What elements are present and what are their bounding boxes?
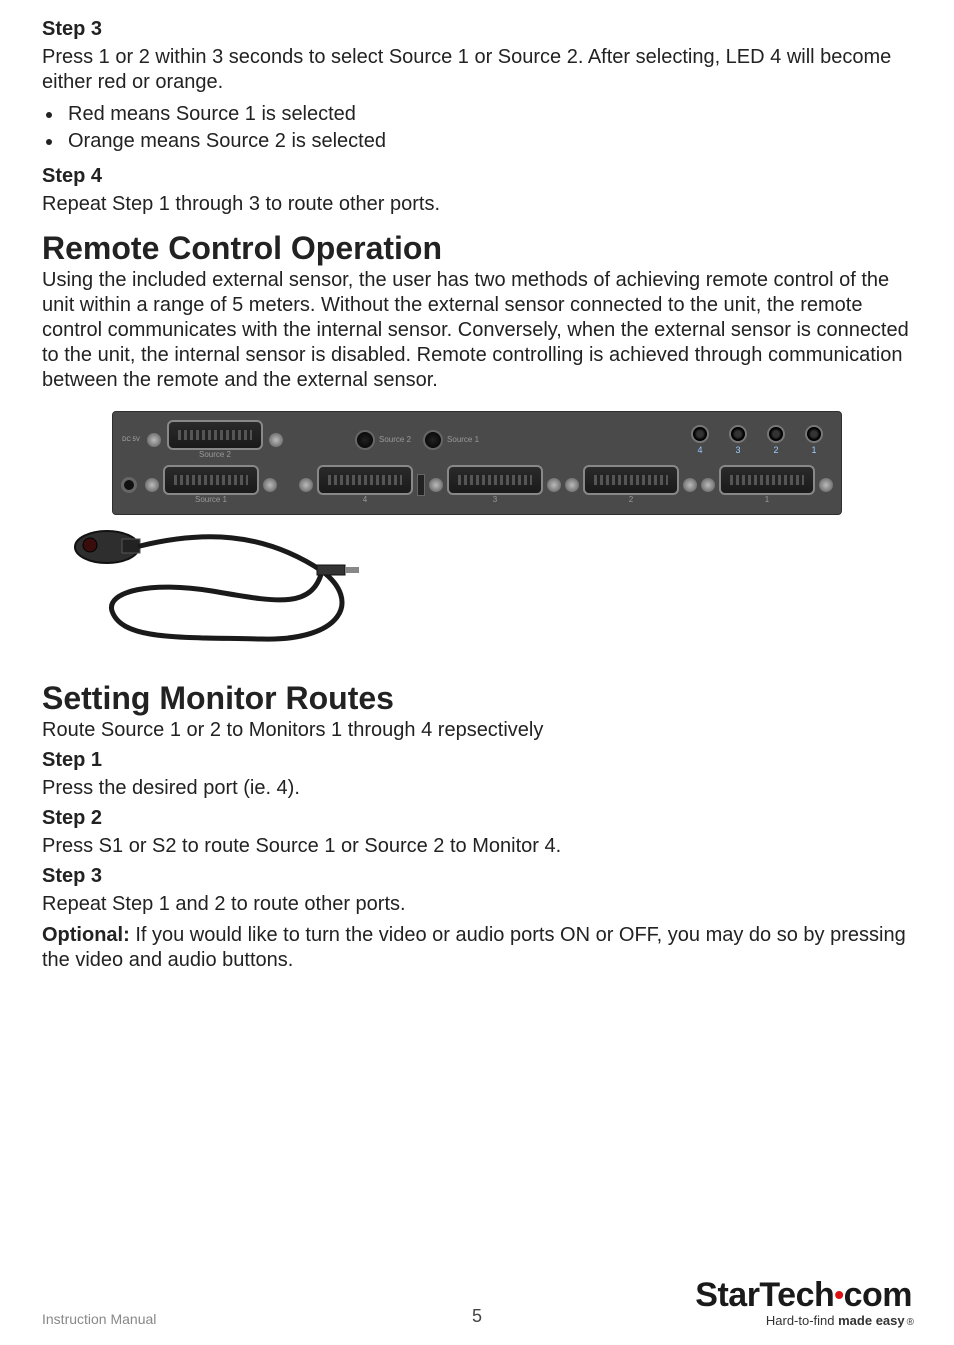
- led-3-label: 3: [735, 445, 740, 455]
- setting-step2-heading: Step 2: [42, 807, 912, 830]
- list-item: Red means Source 1 is selected: [64, 101, 912, 128]
- step3-heading: Step 3: [42, 18, 912, 41]
- device-back-panel: DC 5V Source 2 Source 2 Source 1 4: [112, 411, 842, 515]
- setting-step1-paragraph: Press the desired port (ie. 4).: [42, 776, 912, 801]
- page-number: 5: [472, 1306, 482, 1327]
- out1-label: 1: [765, 495, 769, 504]
- btn-source1-label: Source 1: [447, 435, 479, 444]
- registered-mark: ®: [907, 1317, 914, 1328]
- hdmi-out-1: [719, 465, 815, 495]
- tagline-part-b: made easy: [838, 1313, 905, 1328]
- screw-icon: [683, 478, 697, 492]
- brand-part-star: Star: [695, 1276, 759, 1314]
- screw-icon: [565, 478, 579, 492]
- step3-bullet-list: Red means Source 1 is selected Orange me…: [42, 101, 912, 155]
- led-1-icon: [805, 425, 823, 443]
- source1-button: [423, 430, 443, 450]
- remote-control-heading: Remote Control Operation: [42, 231, 912, 266]
- step4-paragraph: Repeat Step 1 through 3 to route other p…: [42, 192, 912, 217]
- out3-label: 3: [493, 495, 497, 504]
- screw-icon: [145, 478, 159, 492]
- led-2-icon: [767, 425, 785, 443]
- btn-source2-label: Source 2: [379, 435, 411, 444]
- screw-icon: [429, 478, 443, 492]
- setting-step1-heading: Step 1: [42, 749, 912, 772]
- screw-icon: [263, 478, 277, 492]
- screw-icon: [547, 478, 561, 492]
- dc-plug-icon: [121, 477, 137, 493]
- brand-part-tech: Tech: [759, 1276, 834, 1314]
- hdmi-out-2: [583, 465, 679, 495]
- source2-label: Source 2: [199, 450, 231, 459]
- footer-left-text: Instruction Manual: [42, 1311, 156, 1327]
- remote-sensor-jack: [417, 474, 425, 496]
- setting-intro-paragraph: Route Source 1 or 2 to Monitors 1 throug…: [42, 718, 912, 743]
- led-2-label: 2: [773, 445, 778, 455]
- screw-icon: [819, 478, 833, 492]
- screw-icon: [147, 433, 161, 447]
- led-4-label: 4: [697, 445, 702, 455]
- device-figure: DC 5V Source 2 Source 2 Source 1 4: [112, 411, 842, 651]
- setting-step3-paragraph: Repeat Step 1 and 2 to route other ports…: [42, 892, 912, 917]
- source2-button: [355, 430, 375, 450]
- page-footer: Instruction Manual 5 StarTech•com Hard-t…: [42, 1278, 912, 1327]
- optional-label: Optional:: [42, 924, 130, 946]
- startech-logo: StarTech•com Hard-to-find made easy®: [695, 1278, 912, 1327]
- screw-icon: [701, 478, 715, 492]
- tagline-part-a: Hard-to-find: [766, 1313, 838, 1328]
- setting-monitor-routes-heading: Setting Monitor Routes: [42, 681, 912, 716]
- led-4-icon: [691, 425, 709, 443]
- hdmi-port-source1: [163, 465, 259, 495]
- step3-paragraph: Press 1 or 2 within 3 seconds to select …: [42, 45, 912, 95]
- hdmi-port-source2: [167, 420, 263, 450]
- step4-heading: Step 4: [42, 165, 912, 188]
- hdmi-out-3: [447, 465, 543, 495]
- led-3-icon: [729, 425, 747, 443]
- dc-5v-text: DC 5V: [122, 437, 140, 443]
- setting-step2-paragraph: Press S1 or S2 to route Source 1 or Sour…: [42, 834, 912, 859]
- remote-control-paragraph: Using the included external sensor, the …: [42, 268, 912, 393]
- list-item: Orange means Source 2 is selected: [64, 128, 912, 155]
- out4-label: 4: [363, 495, 367, 504]
- ir-sensor-cable-icon: [62, 521, 842, 651]
- screw-icon: [269, 433, 283, 447]
- brand-dot-icon: •: [834, 1279, 843, 1310]
- brand-part-com: com: [844, 1276, 912, 1314]
- dc-jack-label: DC 5V: [121, 429, 141, 451]
- source1-label: Source 1: [195, 495, 227, 504]
- optional-text: If you would like to turn the video or a…: [42, 924, 906, 971]
- led-1-label: 1: [811, 445, 816, 455]
- optional-paragraph: Optional: If you would like to turn the …: [42, 923, 912, 973]
- out2-label: 2: [629, 495, 633, 504]
- setting-step3-heading: Step 3: [42, 865, 912, 888]
- screw-icon: [299, 478, 313, 492]
- hdmi-out-4: [317, 465, 413, 495]
